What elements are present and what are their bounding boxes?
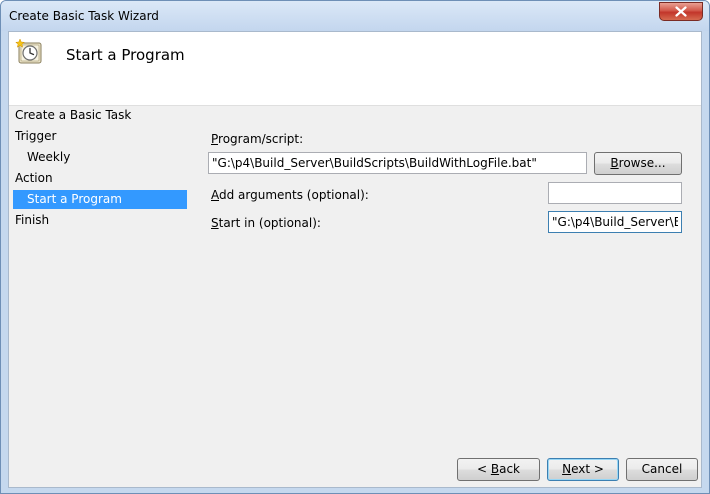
add-arguments-input[interactable] — [548, 182, 682, 204]
start-in-label: Start in (optional): — [211, 216, 321, 230]
step-weekly: Weekly — [27, 150, 71, 164]
program-script-label-accel: P — [211, 132, 219, 146]
task-clock-icon — [15, 38, 42, 64]
add-arguments-label-accel: A — [211, 188, 219, 202]
back-button[interactable]: < Back — [457, 458, 540, 481]
start-in-label-accel: S — [211, 216, 219, 230]
next-button-accel: N — [562, 462, 572, 476]
add-arguments-label: Add arguments (optional): — [211, 188, 369, 202]
title-bar[interactable]: Create Basic Task Wizard — [1, 1, 709, 31]
step-finish: Finish — [15, 213, 50, 227]
next-button[interactable]: Next > — [547, 458, 619, 481]
cancel-button[interactable]: Cancel — [626, 458, 698, 481]
wizard-window: Create Basic Task Wizard Start a Program… — [0, 0, 710, 494]
program-script-input[interactable] — [208, 152, 587, 174]
close-icon — [675, 6, 687, 17]
back-button-text: ack — [499, 462, 520, 476]
back-button-prefix: < — [476, 462, 491, 476]
start-in-label-text: tart in (optional): — [218, 216, 321, 230]
page-title: Start a Program — [66, 46, 185, 64]
step-create-basic-task: Create a Basic Task — [15, 108, 132, 122]
browse-button-text: rowse... — [618, 156, 666, 170]
browse-button[interactable]: Browse... — [594, 152, 682, 175]
wizard-content: Start a Program Create a Basic Task Trig… — [8, 31, 702, 488]
step-trigger: Trigger — [15, 129, 57, 143]
wizard-header: Start a Program — [9, 32, 701, 106]
close-button[interactable] — [659, 2, 703, 21]
back-button-accel: B — [490, 462, 500, 476]
wizard-steps: Create a Basic Task Trigger Weekly Actio… — [9, 106, 194, 486]
program-script-label: Program/script: — [211, 132, 303, 146]
window-title: Create Basic Task Wizard — [9, 9, 159, 23]
add-arguments-label-text: dd arguments (optional): — [219, 188, 369, 202]
browse-button-accel: B — [610, 156, 619, 170]
start-in-input[interactable] — [548, 211, 682, 233]
program-script-label-text: rogram/script: — [218, 132, 304, 146]
step-start-a-program: Start a Program — [13, 190, 187, 209]
next-button-text: ext > — [571, 462, 604, 476]
step-action: Action — [15, 171, 53, 185]
